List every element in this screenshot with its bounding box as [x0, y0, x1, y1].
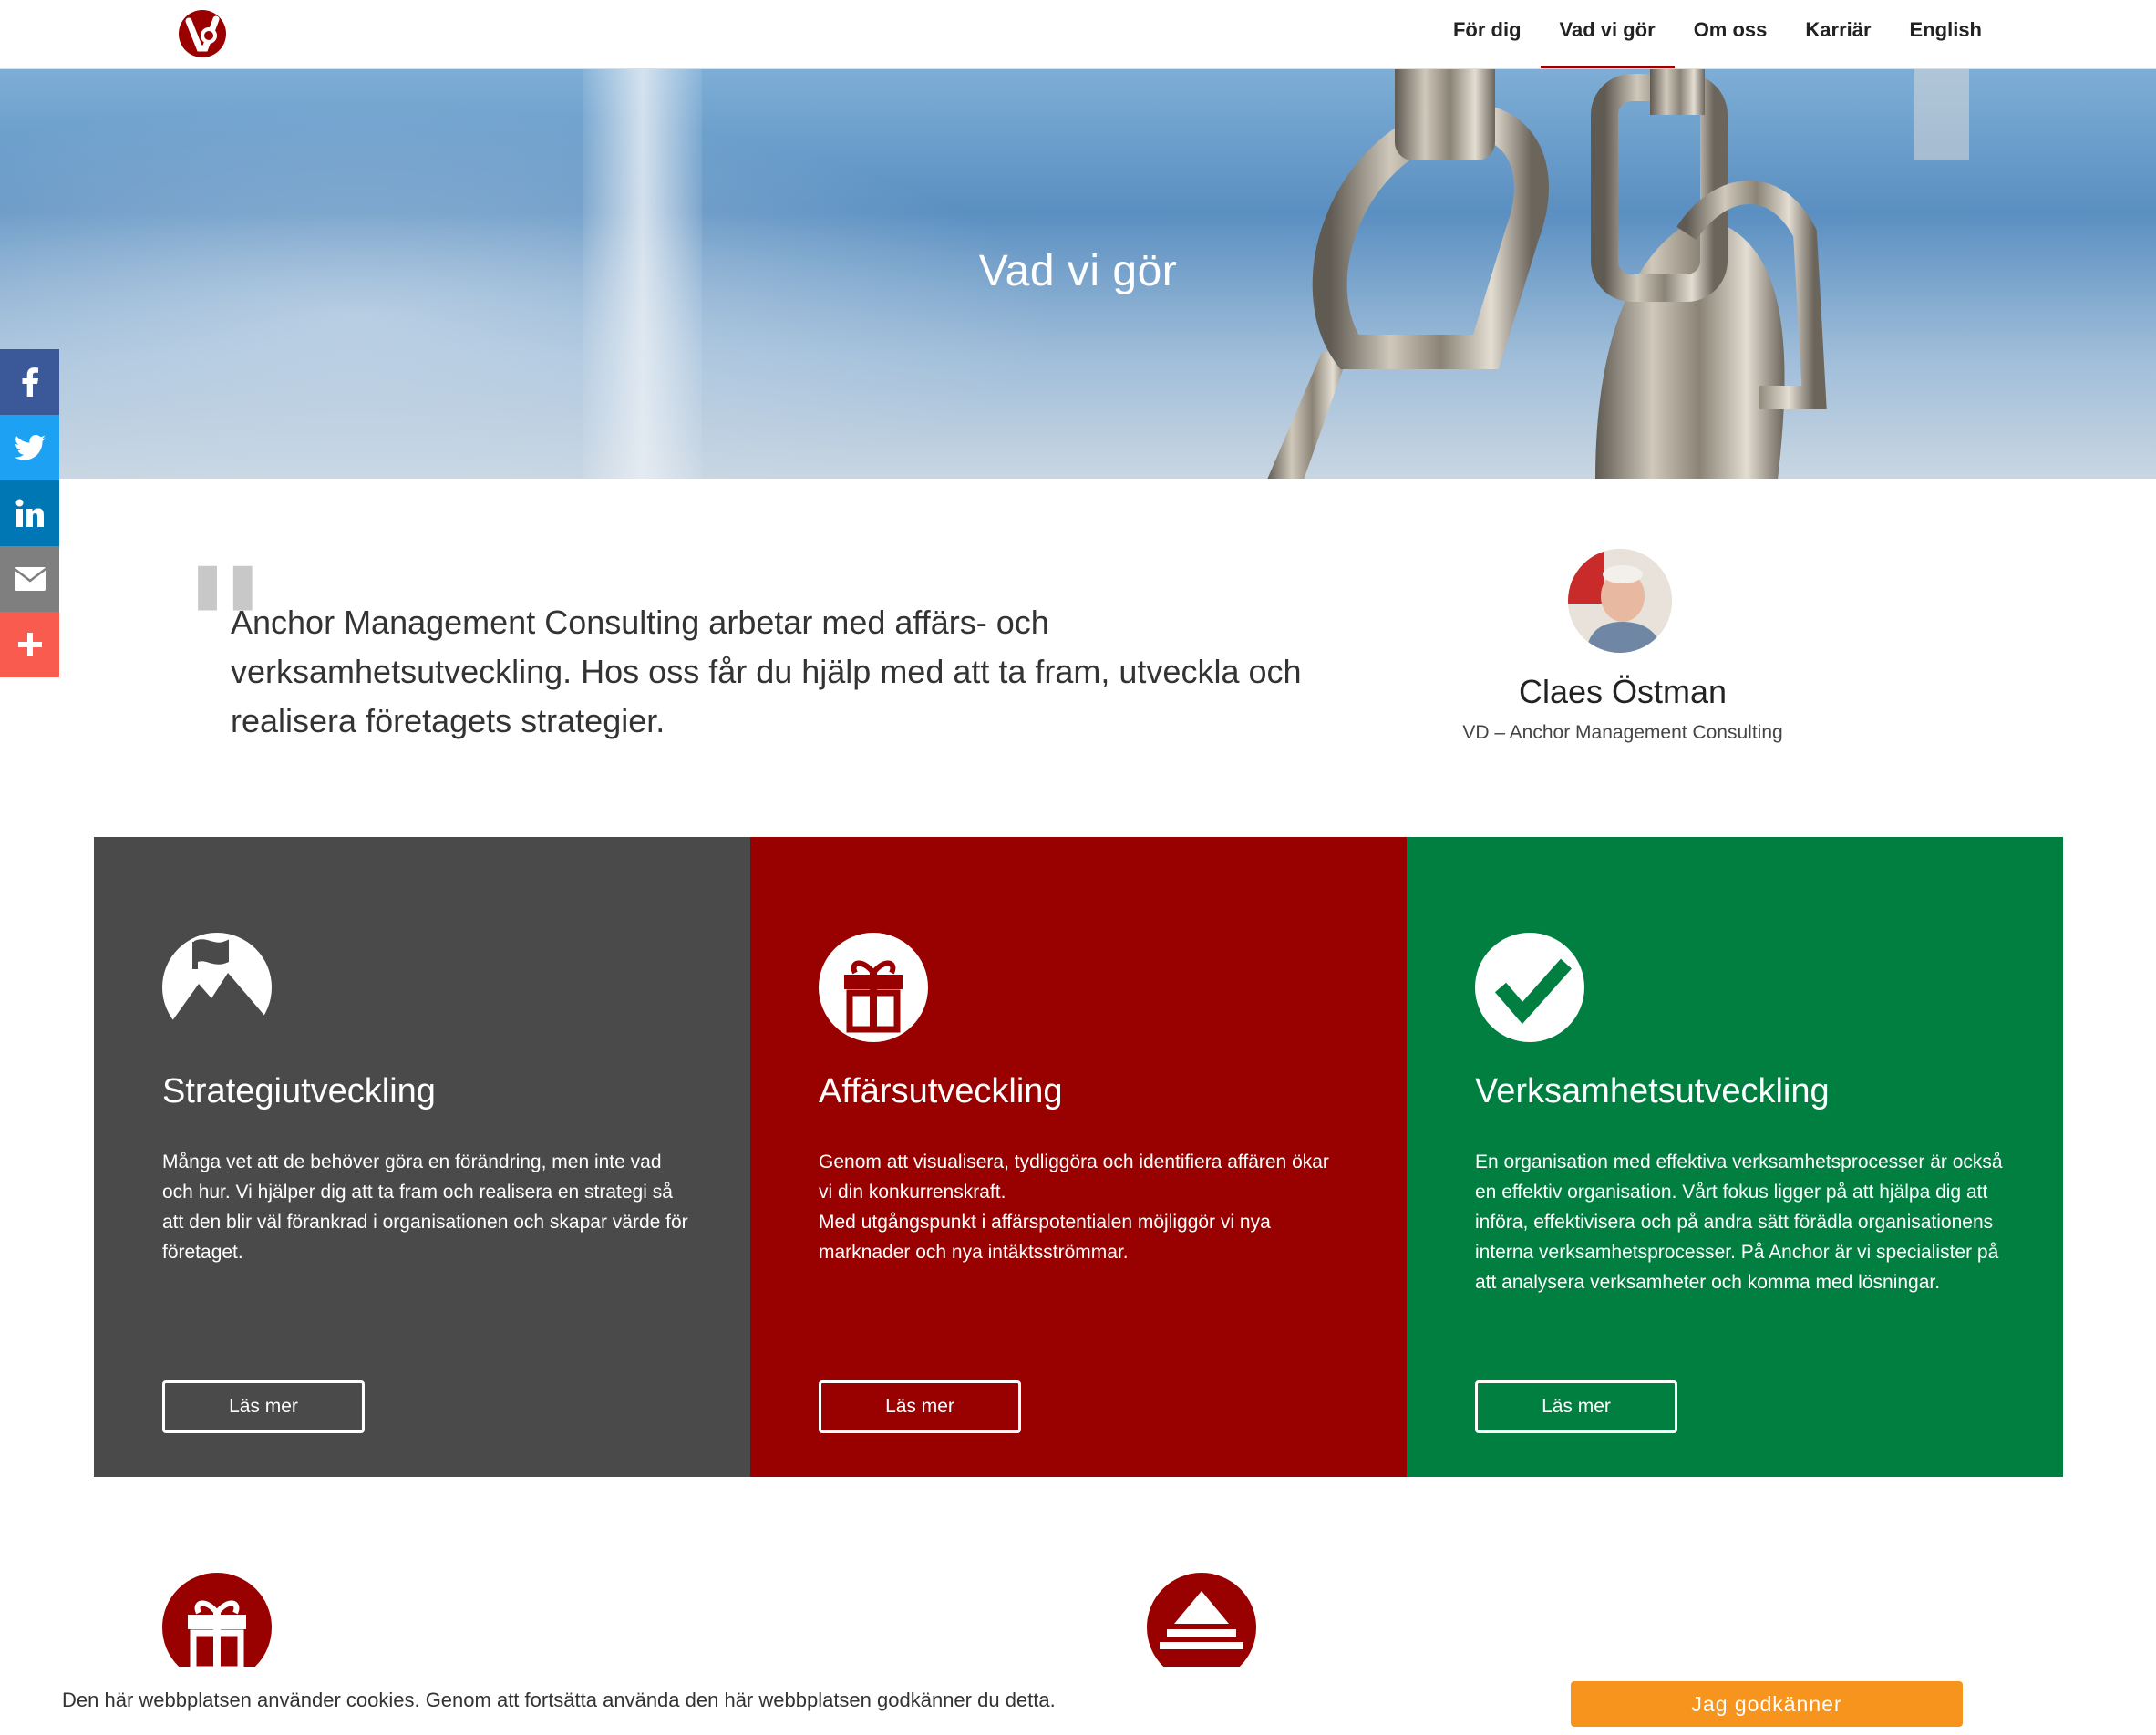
read-more-button[interactable]: Läs mer — [819, 1380, 1021, 1433]
cookie-notice-text: Den här webbplatsen använder cookies. Ge… — [62, 1689, 1056, 1711]
card-body: En organisation med effektiva verksamhet… — [1475, 1152, 2003, 1293]
more-share-button[interactable] — [0, 612, 59, 677]
person-role: VD – Anchor Management Consulting — [1462, 722, 1783, 743]
checkmark-icon — [1475, 933, 1584, 1042]
intro-quote: Anchor Management Consulting arbetar med… — [231, 604, 1302, 739]
card-strategiutveckling: Strategiutveckling Många vet att de behö… — [94, 837, 750, 1477]
facebook-icon — [22, 367, 38, 397]
social-share-bar — [0, 349, 59, 677]
read-more-button[interactable]: Läs mer — [1475, 1380, 1677, 1433]
card-title: Verksamhetsutveckling — [1475, 1072, 1830, 1110]
nav-for-dig[interactable]: För dig — [1434, 0, 1541, 68]
twitter-share-button[interactable] — [0, 415, 59, 480]
page-title: Vad vi gör — [978, 247, 1178, 295]
mountain-flag-icon — [162, 933, 272, 1042]
gift-icon — [162, 1573, 272, 1682]
email-icon — [14, 567, 46, 591]
service-cards: Strategiutveckling Många vet att de behö… — [94, 837, 2063, 1477]
nav-english[interactable]: English — [1891, 0, 2001, 68]
nav-vad-vi-gor[interactable]: Vad vi gör — [1540, 0, 1675, 68]
site-header: För dig Vad vi gör Om oss Karriär Englis… — [0, 0, 2156, 69]
card-title: Strategiutveckling — [162, 1072, 436, 1110]
nav-om-oss[interactable]: Om oss — [1675, 0, 1787, 68]
card-affarsutveckling: Affärsutveckling Genom att visualisera, … — [750, 837, 1407, 1477]
card-body: Genom att visualisera, tydliggöra och id… — [819, 1152, 1329, 1263]
facebook-share-button[interactable] — [0, 349, 59, 415]
hero-banner: Vad vi gör — [0, 69, 2156, 479]
share-plus-icon — [17, 633, 42, 656]
linkedin-icon — [15, 499, 44, 527]
card-body: Många vet att de behöver göra en förändr… — [162, 1152, 688, 1263]
anchor-logo-icon[interactable] — [178, 8, 227, 59]
person-name: Claes Östman — [1518, 673, 1728, 710]
main-nav: För dig Vad vi gör Om oss Karriär Englis… — [1434, 0, 2001, 68]
email-share-button[interactable] — [0, 546, 59, 612]
cookie-bar: Den här webbplatsen använder cookies. Ge… — [0, 1667, 2156, 1735]
linkedin-share-button[interactable] — [0, 480, 59, 546]
pyramid-icon — [1147, 1573, 1256, 1682]
avatar — [1568, 549, 1672, 653]
gift-icon — [819, 933, 928, 1042]
card-title: Affärsutveckling — [819, 1072, 1063, 1110]
accept-cookies-button[interactable]: Jag godkänner — [1571, 1681, 1963, 1727]
card-verksamhetsutveckling: Verksamhetsutveckling En organisation me… — [1407, 837, 2063, 1477]
nav-karriar[interactable]: Karriär — [1786, 0, 1890, 68]
twitter-icon — [14, 435, 46, 460]
read-more-button[interactable]: Läs mer — [162, 1380, 365, 1433]
